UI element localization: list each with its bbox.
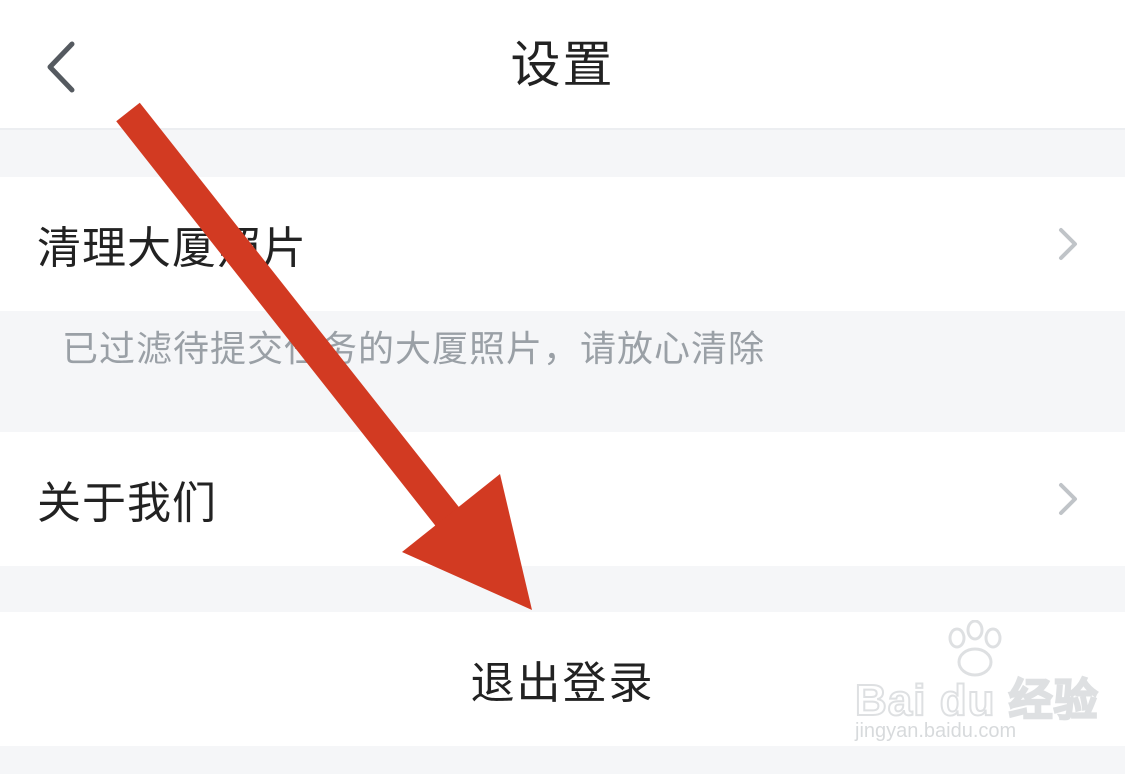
about-us-label: 关于我们	[37, 478, 217, 529]
clean-photos-row[interactable]: 清理大厦照片	[0, 177, 1125, 311]
clean-photos-hint: 已过滤待提交任务的大厦照片，请放心清除	[62, 329, 766, 370]
watermark-url: jingyan.baidu.com	[855, 720, 1017, 742]
clean-photos-label: 清理大厦照片	[37, 223, 307, 274]
baidu-jingyan-watermark: Bai du 经验 jingyan.baidu.com	[854, 620, 1099, 750]
chevron-right-icon	[1059, 228, 1077, 260]
page-title: 设置	[510, 36, 615, 94]
nav-bar: 设置	[0, 0, 1125, 130]
about-us-row[interactable]: 关于我们	[0, 432, 1125, 566]
chevron-right-icon	[1059, 483, 1077, 515]
watermark-brand: Bai du 经验	[854, 675, 1099, 726]
settings-screen: 设置 清理大厦照片 已过滤待提交任务的大厦照片，请放心清除 关于我们 退出登录 …	[0, 0, 1125, 774]
